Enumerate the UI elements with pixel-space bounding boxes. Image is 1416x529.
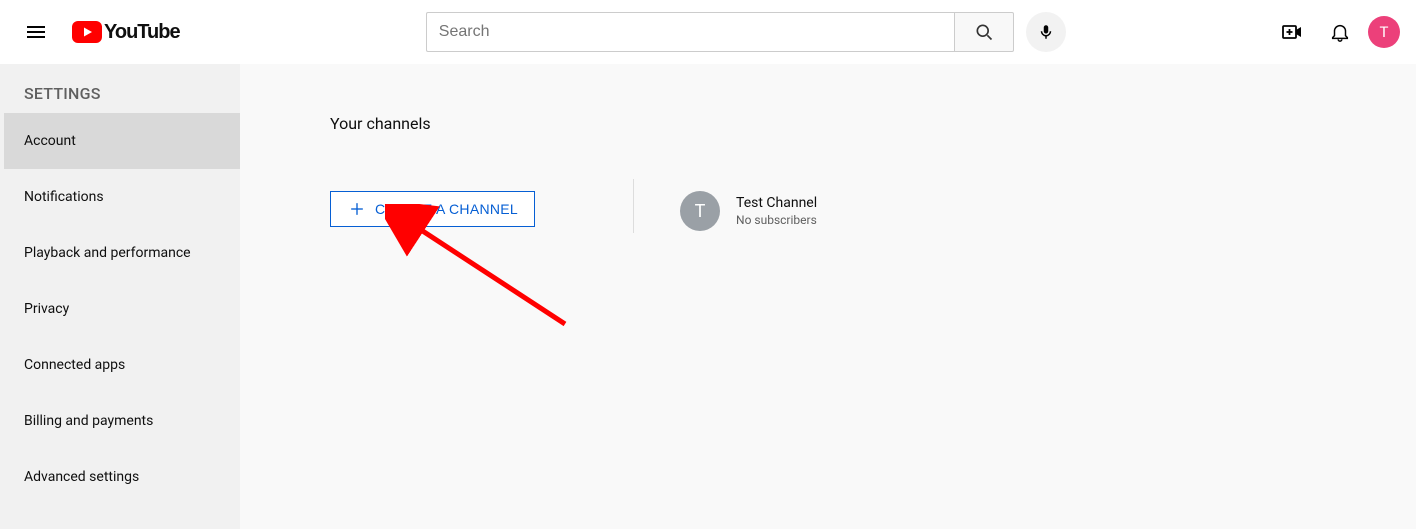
sidebar-item-account[interactable]: Account — [4, 113, 240, 169]
divider — [633, 179, 634, 233]
topbar-center — [426, 12, 1066, 52]
channel-card[interactable]: T Test Channel No subscribers — [680, 191, 817, 231]
search-input[interactable] — [426, 12, 954, 52]
voice-search-button[interactable] — [1026, 12, 1066, 52]
sidebar-item-playback[interactable]: Playback and performance — [4, 225, 240, 281]
channel-subscribers: No subscribers — [736, 213, 817, 227]
search-icon — [974, 22, 994, 42]
microphone-icon — [1037, 23, 1055, 41]
plus-icon — [347, 199, 367, 219]
channel-name: Test Channel — [736, 195, 817, 211]
youtube-logo[interactable]: YouTube — [72, 21, 180, 44]
search-button[interactable] — [954, 12, 1014, 52]
content: SETTINGS Account Notifications Playback … — [0, 64, 1416, 529]
channel-avatar: T — [680, 191, 720, 231]
sidebar-item-notifications[interactable]: Notifications — [4, 169, 240, 225]
main-content: Your channels CREATE A CHANNEL T Test Ch… — [240, 64, 1416, 529]
youtube-logo-text: YouTube — [104, 21, 180, 44]
channel-info: Test Channel No subscribers — [736, 195, 817, 227]
channel-avatar-letter: T — [695, 201, 706, 222]
notifications-button[interactable] — [1320, 12, 1360, 52]
sidebar-item-billing[interactable]: Billing and payments — [4, 393, 240, 449]
sidebar-item-connected-apps[interactable]: Connected apps — [4, 337, 240, 393]
topbar-right: T — [1272, 12, 1400, 52]
bell-icon — [1329, 21, 1351, 43]
menu-icon — [24, 20, 48, 44]
sidebar-title: SETTINGS — [4, 76, 240, 113]
page-title: Your channels — [330, 114, 1326, 133]
create-channel-button[interactable]: CREATE A CHANNEL — [330, 191, 535, 227]
create-video-button[interactable] — [1272, 12, 1312, 52]
account-avatar-button[interactable]: T — [1368, 16, 1400, 48]
create-video-icon — [1280, 20, 1304, 44]
create-channel-label: CREATE A CHANNEL — [375, 201, 518, 217]
topbar: YouTube T — [0, 0, 1416, 64]
hamburger-menu-button[interactable] — [16, 12, 56, 52]
channels-row: CREATE A CHANNEL T Test Channel No subsc… — [330, 191, 1326, 231]
youtube-play-icon — [72, 21, 102, 43]
search-box — [426, 12, 1014, 52]
avatar-letter: T — [1380, 23, 1389, 41]
sidebar-item-privacy[interactable]: Privacy — [4, 281, 240, 337]
sidebar-item-advanced[interactable]: Advanced settings — [4, 449, 240, 505]
settings-sidebar: SETTINGS Account Notifications Playback … — [0, 64, 240, 529]
topbar-left: YouTube — [16, 12, 180, 52]
